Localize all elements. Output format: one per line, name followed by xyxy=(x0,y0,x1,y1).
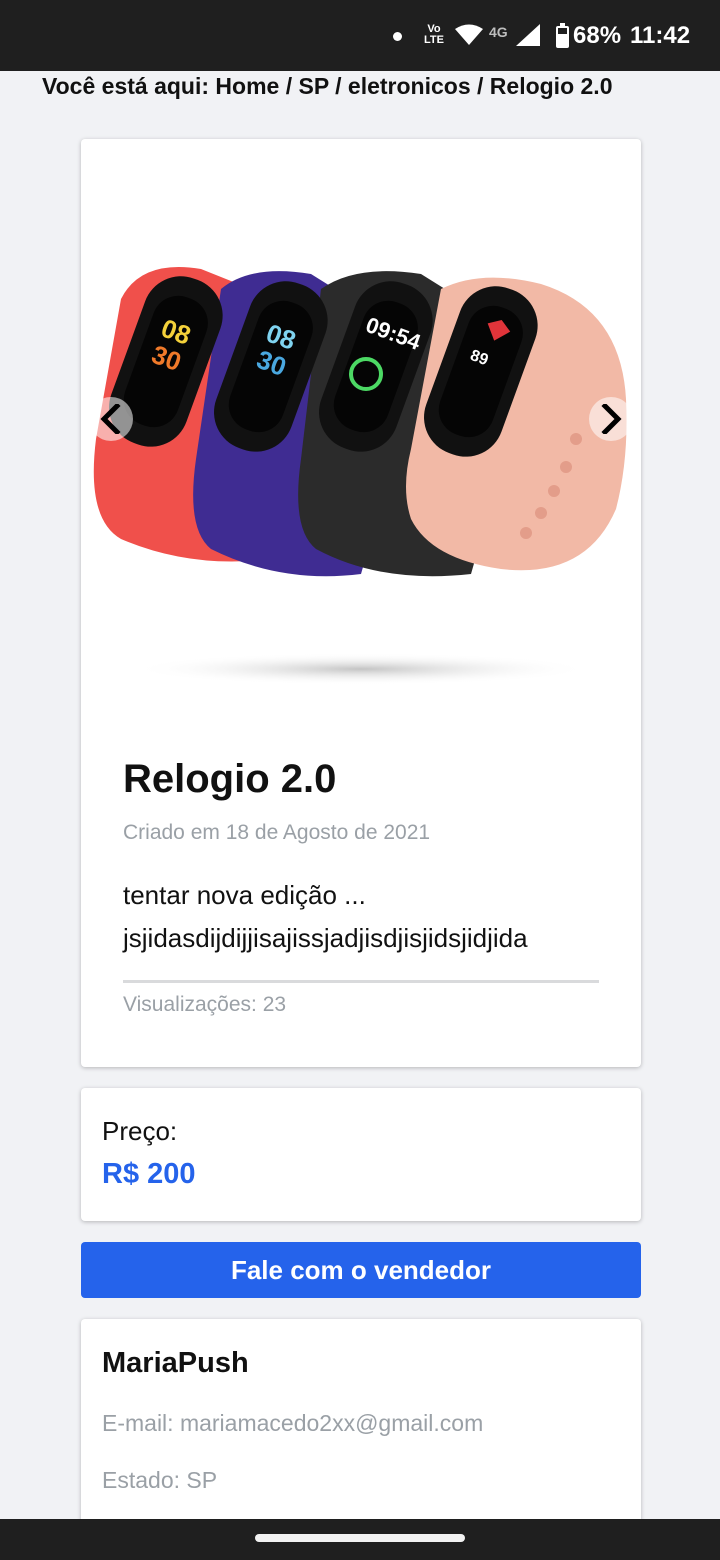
chevron-left-icon xyxy=(100,404,121,434)
seller-email: E-mail: mariamacedo2xx@gmail.com xyxy=(102,1410,484,1436)
divider xyxy=(123,980,599,983)
network-type: 4G xyxy=(489,24,508,40)
seller-name: MariaPush xyxy=(102,1347,249,1379)
contact-seller-button[interactable]: Fale com o vendedor xyxy=(81,1242,641,1298)
chevron-right-icon xyxy=(601,404,622,434)
product-card: 08 30 08 30 09:54 89 Relogio 2.0 Criado … xyxy=(81,139,641,1067)
system-nav-bar xyxy=(0,1519,720,1560)
product-description: tentar nova edição ... jsjidasdijdijjisa… xyxy=(123,880,528,953)
view-count: Visualizações: 23 xyxy=(123,993,287,1016)
volte-icon: Vo LTE xyxy=(424,23,444,46)
notification-dot-icon xyxy=(393,32,402,41)
clock: 11:42 xyxy=(630,22,691,49)
price-value: R$ 200 xyxy=(102,1158,196,1190)
breadcrumb: Você está aqui: Home / SP / eletronicos … xyxy=(42,73,613,99)
battery-level: 68% xyxy=(573,22,622,49)
product-image: 08 30 08 30 09:54 89 xyxy=(93,267,627,685)
home-indicator[interactable] xyxy=(255,1534,465,1542)
image-carousel[interactable]: 08 30 08 30 09:54 89 xyxy=(81,139,641,709)
battery-icon xyxy=(556,23,569,48)
created-date: Criado em 18 de Agosto de 2021 xyxy=(123,821,431,844)
status-bar: Vo LTE 4G 68% 11:42 xyxy=(0,0,720,71)
carousel-next-button[interactable] xyxy=(589,397,633,441)
carousel-prev-button[interactable] xyxy=(89,397,133,441)
signal-icon xyxy=(516,24,540,46)
product-title: Relogio 2.0 xyxy=(123,757,337,801)
price-card: Preço: R$ 200 xyxy=(81,1088,641,1221)
seller-state: Estado: SP xyxy=(102,1467,218,1493)
wifi-icon xyxy=(455,24,483,45)
price-label: Preço: xyxy=(102,1116,178,1146)
